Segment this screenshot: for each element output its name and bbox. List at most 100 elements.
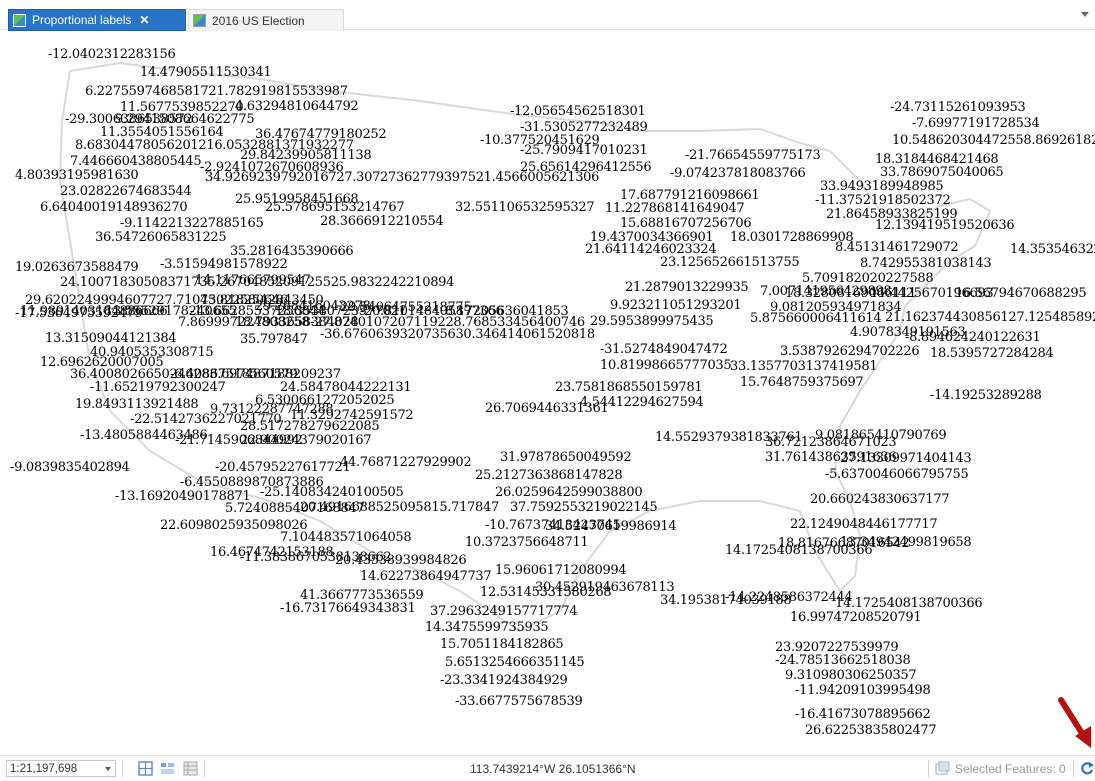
map-label: 16.99747208520791 [790,610,922,625]
map-label: 36.54726065831225 [95,230,227,245]
map-label: 12.139419519520636 [875,218,1015,233]
map-label: 21.2879013229935 [625,280,749,295]
map-label: -31.5274849047472 [600,342,728,357]
map-label: -20.45795227617721 [215,460,351,475]
map-label: -14.19253289288 [930,388,1042,403]
map-label: 15.7051184182865 [440,637,564,652]
status-bar: 1:21,197,698 113.7439214°W 26.1051366°N … [0,755,1095,781]
map-icon [13,13,26,27]
map-label: -25.7909417010231 [520,143,648,158]
map-label: 10.3723756648711 [465,535,589,550]
map-label: 32.551106532595327 [455,200,595,215]
map-label: 37.7592553219022145 [510,500,658,515]
map-label: -12.05654562518301 [510,104,646,119]
map-label: 33.7869075040065 [880,165,1004,180]
selected-features-count: Selected Features: 0 [955,762,1066,776]
tab-label: Proportional labels [32,13,132,27]
scale-value: 1:21,197,698 [10,762,78,775]
tab-2016-us-election[interactable]: 2016 US Election [188,9,344,31]
map-label: 15.7648759375697 [740,375,864,390]
tab-overflow-chevron-icon[interactable] [1081,12,1089,17]
map-label: -36.6760639320735630.346414061520818 [320,327,595,342]
map-label: 34.52470619986914 [545,519,677,534]
map-label: 19.8493113921488 [75,397,199,412]
map-tab-strip: Proportional labels ✕ 2016 US Election [0,0,1095,31]
map-label: -25.140834240100505 [260,485,404,500]
map-label: 23.02822674683544 [60,184,192,199]
close-icon[interactable]: ✕ [139,13,149,27]
map-label: 14.35354632224276 [1010,242,1095,257]
map-label: 25.2127363868147828 [475,468,623,483]
map-label: -24.78513662518038 [775,653,911,668]
map-label: 19.0263673588479 [15,260,139,275]
map-label: 12.53145331580268 [480,585,612,600]
map-label: 13.31509044121384 [45,331,177,346]
scale-dropdown[interactable]: 1:21,197,698 [6,760,116,777]
map-label: 9.923211051293201 [610,298,742,313]
map-label: 9.081865410790769 [815,428,947,443]
map-label: 4.80393195981630 [15,168,139,183]
map-label: -9.074237818083766 [670,166,806,181]
map-label: 14.117665799547 [195,273,311,288]
map-label: 9.310980306250357 [785,668,917,683]
layout-icon[interactable] [160,761,175,776]
map-icon [193,14,206,27]
map-label: 22.1249048446177717 [790,517,938,532]
chevron-down-icon[interactable] [105,767,111,771]
map-label: 7.446660438805445 [70,154,202,169]
cursor-coordinates: 113.7439214°W 26.1051366°N [470,762,636,776]
divider [204,760,205,777]
refresh-icon[interactable] [1080,760,1094,777]
table-icon[interactable] [183,761,198,776]
map-label: -11.37521918502372 [815,193,951,208]
tab-proportional-labels[interactable]: Proportional labels ✕ [8,9,186,31]
map-label: 29.5953899975435 [590,314,714,329]
map-label: -14.2248586372444 [725,590,853,605]
map-label: 6.64040019148936270 [40,200,188,215]
map-label: -5.6370046066795755 [825,467,969,482]
map-label: 8.742955381038143 [860,256,992,271]
map-label: -3.51594981578922 [160,257,288,272]
map-label: -11.65219792300247 [90,380,226,395]
map-label: 14.1725408138700366 [835,596,983,611]
divider [928,760,929,777]
map-label: -12.0402312283156 [48,47,176,62]
map-label: 33.1357703137419581 [730,359,878,374]
map-label: 13.34942499819658 [840,535,972,550]
map-label: 20.43538939984826 [335,553,467,568]
map-label: 5.6513254666351145 [445,655,585,670]
map-label: -24.73115261093953 [890,100,1026,115]
map-label: -9.1142213227885165 [120,216,264,231]
tab-label: 2016 US Election [212,13,305,28]
map-label: 8.45131461729072 [835,240,959,255]
map-label: 18.5395727284284 [930,346,1054,361]
map-view[interactable]: -12.0402312283156 14.47905511530341 6.2275… [0,31,1095,750]
map-label: 22.90024379020167 [240,433,372,448]
map-label: 23.125652661513755 [660,255,800,270]
map-label: 14.47905511530341 [140,65,272,80]
map-label: 20.660243830637177 [810,492,950,507]
grid-snap-icon[interactable] [138,761,153,776]
map-label: 6.2275597468581721.782919815533987 [85,84,348,99]
map-label: 26.0259642599038800 [495,485,643,500]
map-label: -8.894624240122631 [905,330,1041,345]
map-label: 35.797847 [240,332,308,347]
map-label: -16.73176649343831 [280,601,416,616]
map-label: 26.7069446331361 [485,401,609,416]
map-label: 14.3475599735935 [425,620,549,635]
map-label: 44.76871227929902 [340,455,472,470]
selection-icon[interactable] [935,761,950,776]
map-label: 37.2963249157717774 [430,604,578,619]
map-label: 25.578695153214767 [265,200,405,215]
map-label: 28.517278279622085 [240,419,380,434]
map-label: 15.68816707256706 [620,216,752,231]
map-label: 9.081205934971834 [770,300,902,315]
map-label: -21.76654559775173 [685,148,821,163]
divider [1073,760,1074,777]
map-label: -33.6677575678539 [455,694,583,709]
map-label: 5.7240885407168847 [225,501,365,516]
map-label: 10.81998665777035 [600,358,732,373]
map-label: 3.5387926294702226 [780,344,920,359]
map-label: 16.56794670688295 [955,286,1087,301]
map-label: 27.13309971404143 [840,451,972,466]
